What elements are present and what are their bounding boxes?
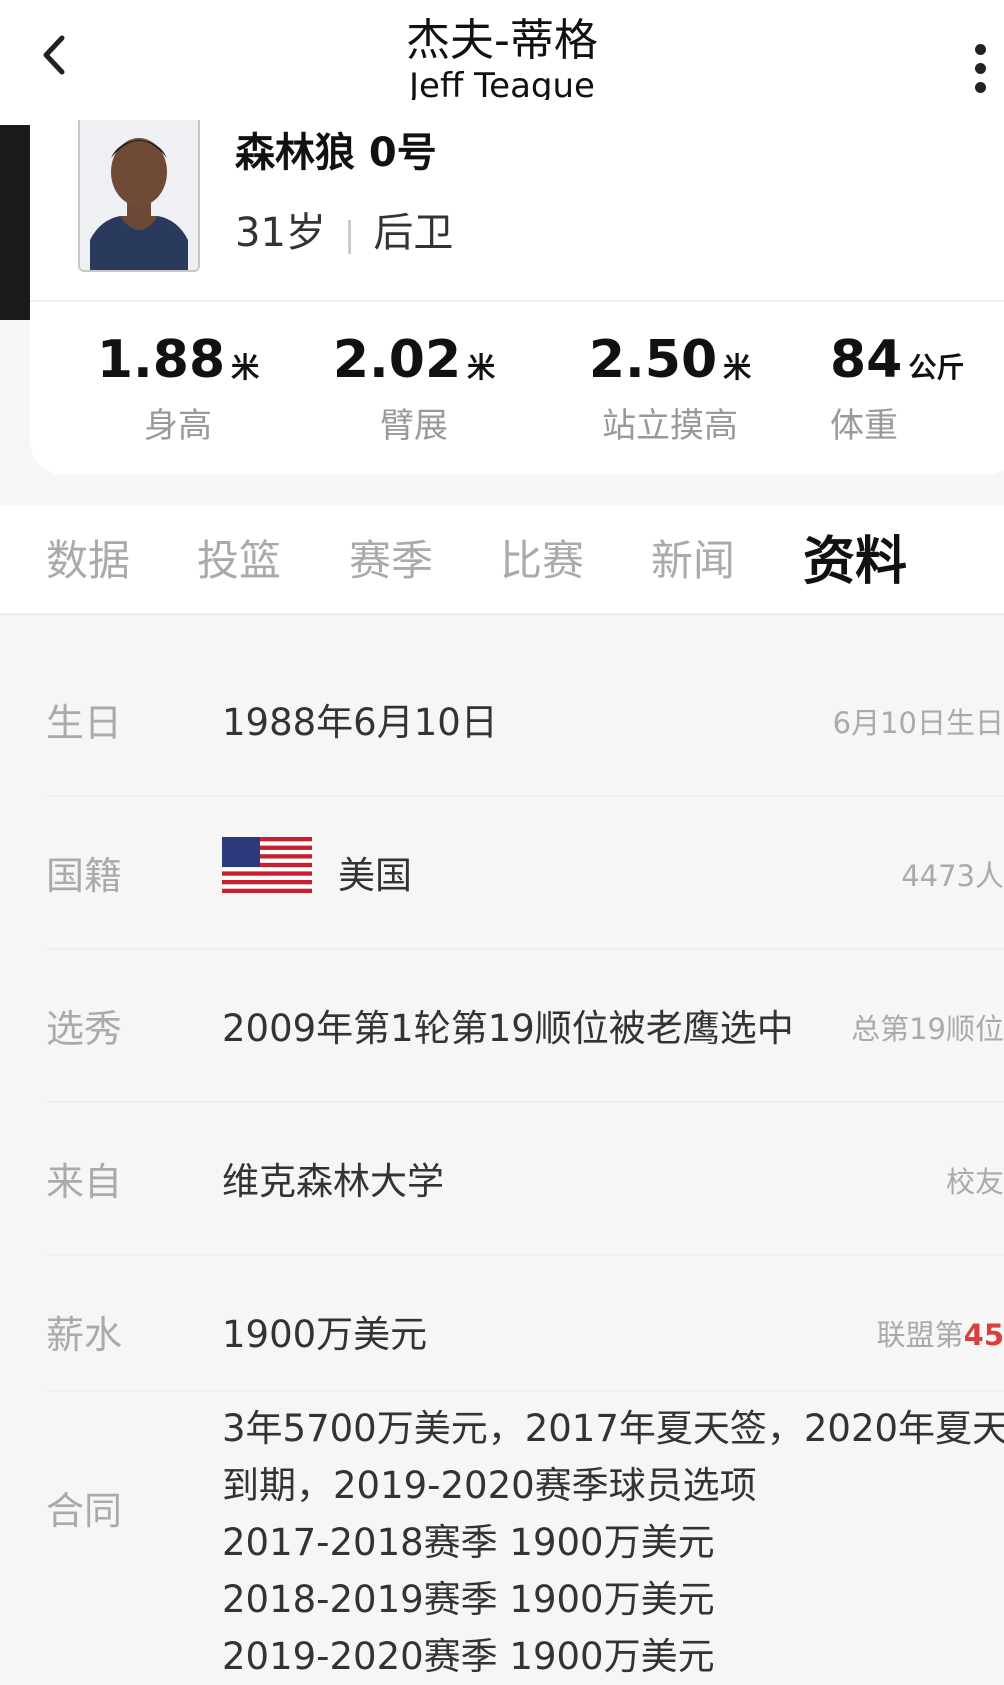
stat-unit: 米 [723, 351, 752, 384]
info-label: 生日 [46, 701, 123, 745]
more-options-icon[interactable] [975, 40, 1004, 97]
tab-bar: 数据 投篮 赛季 比赛 新闻 资料 [0, 505, 1004, 615]
stat-value: 2.50 [588, 330, 718, 390]
info-label: 来自 [46, 1160, 123, 1204]
info-value: 维克森林大学 [222, 1160, 444, 1203]
background-strip [0, 125, 30, 320]
tab-news[interactable]: 新闻 [651, 527, 735, 588]
info-label: 国籍 [46, 854, 123, 898]
contract-line: 2018-2019赛季 1900万美元 [222, 1578, 715, 1621]
stat-weight: 84 公斤 体重 [800, 330, 1004, 447]
salary-rank-number: 45 [963, 1318, 1004, 1352]
info-extra[interactable]: 校友 [946, 1159, 1004, 1201]
row-divider [46, 1390, 1004, 1392]
info-value: 2009年第1轮第19顺位被老鹰选中 [222, 1007, 794, 1050]
info-extra[interactable]: 总第19顺位 [851, 1006, 1004, 1048]
stat-unit: 公斤 [908, 351, 965, 384]
contract-line: 到期，2019-2020赛季球员选项 [222, 1464, 757, 1507]
separator: | [343, 215, 356, 255]
contract-line: 2019-2020赛季 1900万美元 [222, 1635, 715, 1678]
tab-profile[interactable]: 资料 [803, 519, 907, 594]
row-divider [46, 948, 1004, 950]
profile-card: 森林狼 0号 31岁 | 后卫 1.88 米 身高 2.02 米 臂展 2.50 米 站立… [30, 100, 1004, 475]
stat-value: 84 [830, 330, 903, 390]
card-divider [30, 300, 1004, 302]
tab-shooting[interactable]: 投篮 [197, 527, 281, 588]
usa-flag-icon [222, 837, 312, 893]
info-value: 1988年6月10日 [222, 701, 498, 744]
stat-unit: 米 [231, 351, 260, 384]
info-value: 美国 [338, 854, 412, 897]
stat-label: 体重 [830, 406, 898, 446]
row-divider [46, 1101, 1004, 1103]
team-and-number: 森林狼 0号 [235, 130, 437, 176]
row-divider [46, 1254, 1004, 1256]
player-position: 后卫 [373, 210, 454, 256]
player-photo [78, 120, 200, 272]
info-label: 合同 [46, 1489, 123, 1533]
info-label: 薪水 [46, 1313, 123, 1357]
stat-height: 1.88 米 身高 [48, 330, 308, 447]
contract-details: 3年5700万美元，2017年夏天签，2020年夏天 到期，2019-2020赛… [222, 1400, 1004, 1685]
tab-data[interactable]: 数据 [46, 527, 130, 588]
salary-rank-prefix: 联盟第 [876, 1318, 964, 1352]
stat-wingspan: 2.02 米 臂展 [284, 330, 544, 447]
stat-unit: 米 [467, 351, 496, 384]
info-extra[interactable]: 6月10日生日 [833, 700, 1004, 742]
stat-label: 臂展 [380, 406, 448, 446]
stat-value: 1.88 [96, 330, 226, 390]
info-value: 1900万美元 [222, 1313, 428, 1356]
stat-value: 2.02 [332, 330, 462, 390]
tab-games[interactable]: 比赛 [500, 527, 584, 588]
age-position: 31岁 | 后卫 [235, 200, 453, 258]
info-extra[interactable]: 联盟第45 [877, 1312, 1004, 1354]
contract-line: 2017-2018赛季 1900万美元 [222, 1521, 715, 1564]
stat-label: 身高 [144, 406, 212, 446]
stat-standing-reach: 2.50 米 站立摸高 [540, 330, 800, 447]
stat-label: 站立摸高 [602, 406, 738, 446]
player-name-cn: 杰夫-蒂格 [406, 15, 598, 66]
info-extra[interactable]: 4473人 [901, 853, 1004, 895]
tab-season[interactable]: 赛季 [349, 527, 433, 588]
row-divider [46, 795, 1004, 797]
player-age: 31岁 [235, 210, 326, 256]
contract-line: 3年5700万美元，2017年夏天签，2020年夏天 [222, 1407, 1004, 1450]
info-label: 选秀 [46, 1007, 123, 1051]
